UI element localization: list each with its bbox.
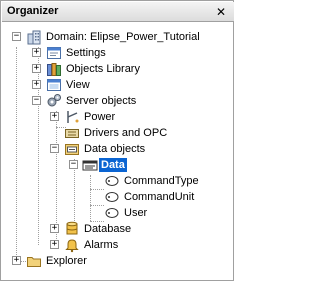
tag-icon bbox=[104, 173, 120, 189]
tree-item-label: Objects Library bbox=[66, 63, 140, 75]
close-button[interactable]: ✕ bbox=[213, 4, 229, 20]
tree-item-data[interactable]: − Data bbox=[2, 157, 234, 173]
gears-icon bbox=[46, 93, 62, 109]
tree-item-label: Data bbox=[99, 158, 127, 172]
expand-toggle[interactable]: + bbox=[50, 240, 59, 249]
collapse-toggle[interactable]: − bbox=[32, 96, 41, 105]
tree-item-label: Alarms bbox=[84, 239, 119, 251]
tag-icon bbox=[104, 205, 120, 221]
tree-item-label: View bbox=[66, 79, 90, 91]
expand-toggle[interactable]: + bbox=[50, 224, 59, 233]
view-window-icon bbox=[46, 77, 62, 93]
tree-item-data-objects[interactable]: − Data objects bbox=[2, 141, 234, 157]
tree-item-label: Explorer bbox=[46, 255, 87, 267]
tree-item-domain[interactable]: − Domain: Elipse_Power_Tutorial bbox=[2, 29, 234, 45]
collapse-toggle[interactable]: − bbox=[12, 32, 21, 41]
tree-item-command-type[interactable]: CommandType bbox=[2, 173, 234, 189]
expand-toggle[interactable]: + bbox=[32, 48, 41, 57]
tree-item-label: Database bbox=[84, 223, 132, 235]
bell-icon bbox=[64, 237, 80, 253]
tree-item-settings[interactable]: + Settings bbox=[2, 45, 234, 61]
panel-title: Organizer bbox=[7, 5, 59, 17]
organizer-panel: Organizer ✕ − Domain: Elipse_Power_Tutor… bbox=[0, 0, 234, 281]
library-icon bbox=[46, 61, 62, 77]
database-icon bbox=[64, 221, 80, 237]
power-icon bbox=[64, 109, 80, 125]
folder-icon bbox=[26, 253, 42, 269]
tree-item-label: Server objects bbox=[66, 95, 137, 107]
expand-toggle[interactable]: + bbox=[12, 256, 21, 265]
tree-item-label: User bbox=[124, 207, 148, 219]
tree-item-label: CommandUnit bbox=[124, 191, 195, 203]
tree-item-command-unit[interactable]: CommandUnit bbox=[2, 189, 234, 205]
tree-item-objects-library[interactable]: + Objects Library bbox=[2, 61, 234, 77]
tree-item-label: Data objects bbox=[84, 143, 146, 155]
tree-item-label: Domain: Elipse_Power_Tutorial bbox=[46, 31, 200, 43]
collapse-toggle[interactable]: − bbox=[69, 160, 78, 169]
settings-window-icon bbox=[46, 45, 62, 61]
tree-item-label: Drivers and OPC bbox=[84, 127, 168, 139]
tree-item-label: CommandType bbox=[124, 175, 199, 187]
tree-item-database[interactable]: + Database bbox=[2, 221, 234, 237]
data-folder-icon bbox=[64, 141, 80, 157]
tree-item-label: Settings bbox=[66, 47, 106, 59]
title-bar: Organizer ✕ bbox=[2, 2, 234, 22]
tree-item-user[interactable]: User bbox=[2, 205, 234, 221]
collapse-toggle[interactable]: − bbox=[50, 144, 59, 153]
tree-item-power[interactable]: + Power bbox=[2, 109, 234, 125]
tag-icon bbox=[104, 189, 120, 205]
tree-item-server-objects[interactable]: − Server objects bbox=[2, 93, 234, 109]
tree-item-drivers-opc[interactable]: Drivers and OPC bbox=[2, 125, 234, 141]
tree-item-explorer[interactable]: + Explorer bbox=[2, 253, 234, 269]
data-server-icon bbox=[82, 157, 98, 173]
expand-toggle[interactable]: + bbox=[32, 64, 41, 73]
expand-toggle[interactable]: + bbox=[32, 80, 41, 89]
tree-item-label: Power bbox=[84, 111, 116, 123]
tree-item-view[interactable]: + View bbox=[2, 77, 234, 93]
building-icon bbox=[26, 29, 42, 45]
driver-icon bbox=[64, 125, 80, 141]
organizer-tree[interactable]: − Domain: Elipse_Power_Tutorial + Settin… bbox=[2, 23, 234, 281]
expand-toggle[interactable]: + bbox=[50, 112, 59, 121]
tree-item-alarms[interactable]: + Alarms bbox=[2, 237, 234, 253]
